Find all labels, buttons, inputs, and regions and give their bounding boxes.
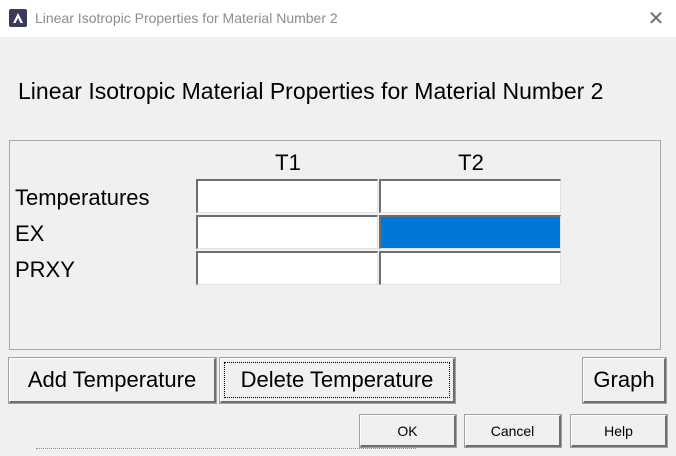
cell-temperatures-t1[interactable] [196,179,378,213]
ok-button[interactable]: OK [360,415,456,447]
title-bar: Linear Isotropic Properties for Material… [0,0,676,37]
window-title: Linear Isotropic Properties for Material… [35,10,338,26]
row-label-ex: EX [15,221,45,246]
delete-temperature-label: Delete Temperature [240,367,434,392]
column-header-t1: T1 [275,150,301,175]
column-header-t2: T2 [458,150,484,175]
delete-temperature-button[interactable]: Delete Temperature [220,358,455,403]
close-icon[interactable]: ✕ [648,6,665,31]
cell-prxy-t2[interactable] [379,251,561,285]
cell-temperatures-t2[interactable] [379,179,561,213]
row-label-prxy: PRXY [15,257,75,282]
cancel-button[interactable]: Cancel [465,415,561,447]
close-button[interactable]: ✕ [636,0,676,37]
help-button[interactable]: Help [571,415,667,447]
dialog-heading: Linear Isotropic Material Properties for… [18,78,604,104]
cell-prxy-t1[interactable] [196,251,378,285]
cell-ex-t2[interactable] [379,215,561,249]
graph-button[interactable]: Graph [583,358,666,403]
row-label-temperatures: Temperatures [15,185,150,210]
cell-ex-t1[interactable] [196,215,378,249]
background-window-edge [0,448,676,456]
app-icon [9,9,27,27]
add-temperature-button[interactable]: Add Temperature [9,358,216,403]
